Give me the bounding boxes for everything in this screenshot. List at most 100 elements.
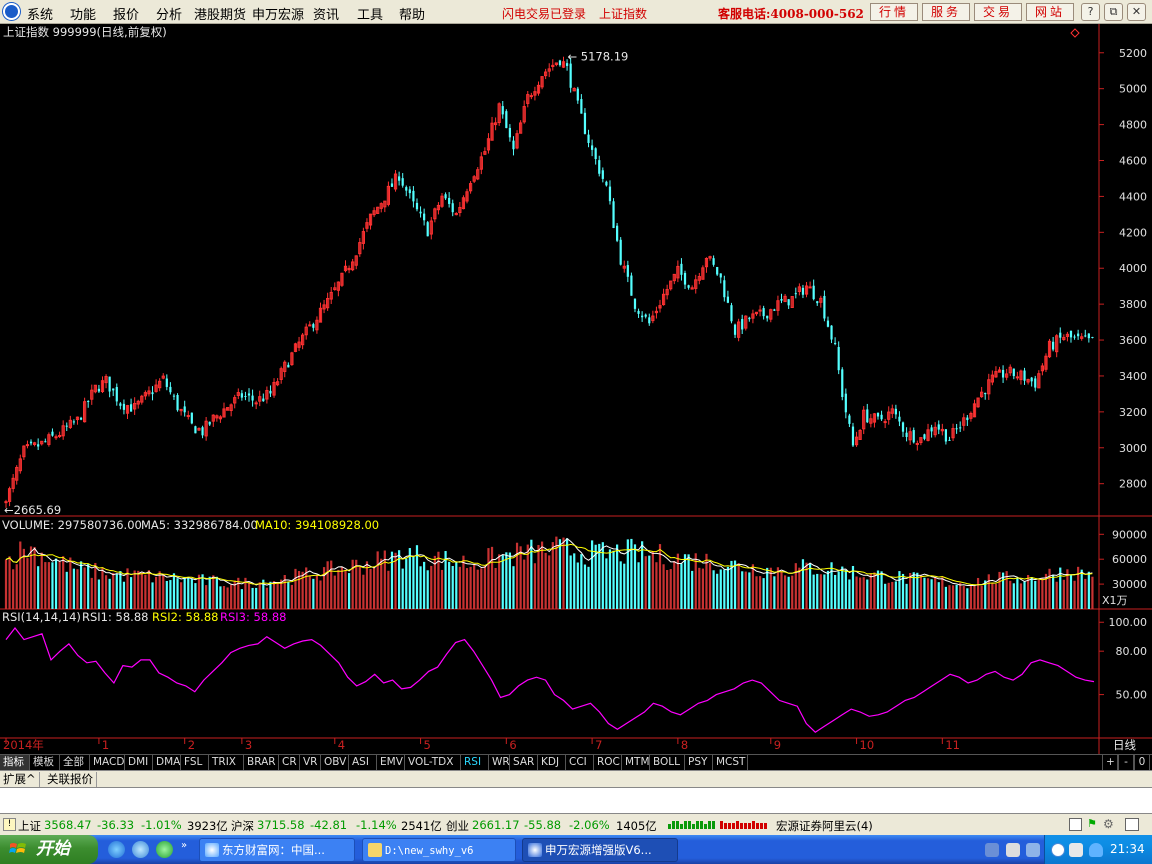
- volume-bar: [776, 567, 780, 609]
- tab-control-2[interactable]: 0: [1134, 755, 1150, 771]
- settings-icon[interactable]: ⚙: [1103, 817, 1114, 831]
- start-button[interactable]: 开始: [0, 835, 98, 864]
- tab-mtm[interactable]: MTM: [622, 755, 650, 771]
- restore-icon[interactable]: ⧉: [1104, 3, 1123, 21]
- chart-area[interactable]: 2800 3000 3200 3400 3600 3800 4000 4200 4400 4600…: [0, 24, 1152, 754]
- menu-quote[interactable]: 报价: [113, 4, 139, 23]
- candle-body: [176, 394, 179, 411]
- volume-bar: [308, 576, 311, 609]
- breadth-bar-down: [704, 824, 707, 829]
- breadth-bar-up: [736, 821, 739, 829]
- desktop-icon[interactable]: [132, 841, 149, 858]
- menu-hk-futures[interactable]: 港股期货: [194, 4, 246, 23]
- tab-指标[interactable]: 指标: [0, 755, 30, 771]
- volume-bar: [412, 555, 415, 609]
- sh-change: -36.33: [97, 818, 135, 832]
- tab-模板[interactable]: 模板: [30, 755, 60, 771]
- market-button[interactable]: 行情: [870, 3, 918, 21]
- menu-function[interactable]: 功能: [70, 4, 96, 23]
- message-icon[interactable]: [1069, 818, 1082, 831]
- tray-app-icon-1[interactable]: [985, 843, 999, 857]
- website-button[interactable]: 网站: [1026, 3, 1074, 21]
- menu-analysis[interactable]: 分析: [156, 4, 182, 23]
- tab-vr[interactable]: VR: [300, 755, 321, 771]
- tab-wr[interactable]: WR: [489, 755, 510, 771]
- tab-roc[interactable]: ROC: [594, 755, 622, 771]
- volume-bar: [272, 581, 276, 609]
- task-folder[interactable]: D:\new_swhy_v6: [362, 838, 516, 862]
- volume-bar: [780, 570, 783, 609]
- tray-app-icon-2[interactable]: [1006, 843, 1020, 857]
- tab-emv[interactable]: EMV: [377, 755, 405, 771]
- volume-bar: [387, 570, 390, 609]
- candle-body: [529, 95, 533, 98]
- volume-bar: [201, 574, 204, 609]
- tab-rsi[interactable]: RSI: [461, 755, 489, 771]
- app-logo-icon[interactable]: [3, 3, 20, 20]
- trade-button[interactable]: 交易: [974, 3, 1022, 21]
- candle-body: [687, 285, 690, 288]
- extend-tab[interactable]: 扩展^: [0, 772, 40, 787]
- tab-cci[interactable]: CCI: [566, 755, 594, 771]
- related-quote-tab[interactable]: 关联报价: [44, 772, 97, 787]
- candle-body: [412, 190, 415, 202]
- clock: 21:34: [1110, 842, 1145, 856]
- volume-bar: [537, 544, 540, 609]
- volume-bar: [783, 575, 787, 609]
- volume-bar: [823, 574, 826, 609]
- tab-全部[interactable]: 全部: [60, 755, 90, 771]
- tab-psy[interactable]: PSY: [685, 755, 713, 771]
- mini-chart-icon[interactable]: [1125, 818, 1139, 831]
- volume-tick-label: 30000: [1112, 578, 1147, 591]
- tab-trix[interactable]: TRIX: [209, 755, 244, 771]
- kline-chart[interactable]: 2800300032003400360038004000420044004600…: [0, 24, 1152, 754]
- candle-body: [97, 388, 101, 392]
- menu-swhy[interactable]: 申万宏源: [252, 4, 304, 23]
- menu-system[interactable]: 系统: [27, 4, 53, 23]
- tab-mcst[interactable]: MCST: [713, 755, 748, 771]
- tab-control-0[interactable]: +: [1102, 755, 1118, 771]
- menu-news[interactable]: 资讯: [313, 4, 339, 23]
- tray-app-icon-3[interactable]: [1026, 843, 1040, 857]
- volume-bar: [176, 578, 179, 609]
- tray-expand-icon[interactable]: [1051, 843, 1065, 857]
- ie-icon[interactable]: [108, 841, 125, 858]
- tab-boll[interactable]: BOLL: [650, 755, 685, 771]
- tab-fsl[interactable]: FSL: [181, 755, 209, 771]
- volume-bar: [1016, 578, 1019, 609]
- quicklaunch-more-icon[interactable]: »: [181, 840, 187, 851]
- security-icon[interactable]: [1089, 843, 1103, 857]
- tab-macd[interactable]: MACD: [90, 755, 125, 771]
- candle-body: [426, 222, 429, 237]
- tab-asi[interactable]: ASI: [349, 755, 377, 771]
- menu-help[interactable]: 帮助: [399, 4, 425, 23]
- volume-bar: [330, 560, 333, 609]
- browser-icon[interactable]: [156, 841, 173, 858]
- tab-obv[interactable]: OBV: [321, 755, 349, 771]
- menu-tools[interactable]: 工具: [357, 4, 383, 23]
- tab-brar[interactable]: BRAR: [244, 755, 279, 771]
- task-eastmoney[interactable]: 东方财富网：中国...: [199, 838, 355, 862]
- volume-bar: [430, 565, 433, 609]
- volume-bar: [1080, 569, 1083, 609]
- network-icon[interactable]: [1069, 843, 1083, 857]
- info-icon[interactable]: !: [3, 818, 16, 831]
- candle-body: [172, 395, 176, 397]
- volume-bar: [519, 546, 522, 609]
- tab-kdj[interactable]: KDJ: [538, 755, 566, 771]
- service-button[interactable]: 服务: [922, 3, 970, 21]
- tab-cr[interactable]: CR: [279, 755, 300, 771]
- tab-dma[interactable]: DMA: [153, 755, 181, 771]
- help-icon[interactable]: ?: [1081, 3, 1100, 21]
- close-icon[interactable]: ✕: [1127, 3, 1146, 21]
- tab-dmi[interactable]: DMI: [125, 755, 153, 771]
- sh-name: 上证: [18, 819, 41, 833]
- volume-bar: [205, 585, 208, 609]
- tab-sar[interactable]: SAR: [510, 755, 538, 771]
- candle-body: [808, 286, 812, 289]
- volume-bar: [633, 544, 637, 609]
- tab-vol-tdx[interactable]: VOL-TDX: [405, 755, 461, 771]
- tab-control-1[interactable]: -: [1118, 755, 1134, 771]
- volume-bar: [708, 563, 712, 609]
- task-swhy[interactable]: 申万宏源增强版V6...: [522, 838, 678, 862]
